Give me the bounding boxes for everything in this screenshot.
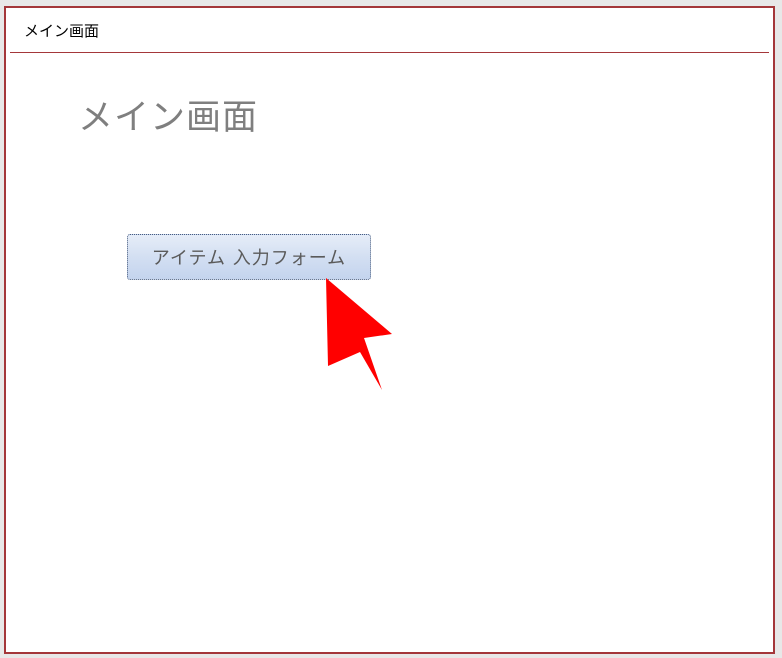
item-input-form-button[interactable]: アイテム 入力フォーム	[127, 234, 371, 280]
item-input-form-button-label: アイテム 入力フォーム	[151, 248, 347, 269]
form-tab-bar: メイン画面	[10, 8, 769, 53]
page-title: メイン画面	[78, 98, 259, 138]
form-tab-title[interactable]: メイン画面	[24, 22, 99, 40]
main-form-window: メイン画面 メイン画面 アイテム 入力フォーム	[4, 6, 775, 654]
